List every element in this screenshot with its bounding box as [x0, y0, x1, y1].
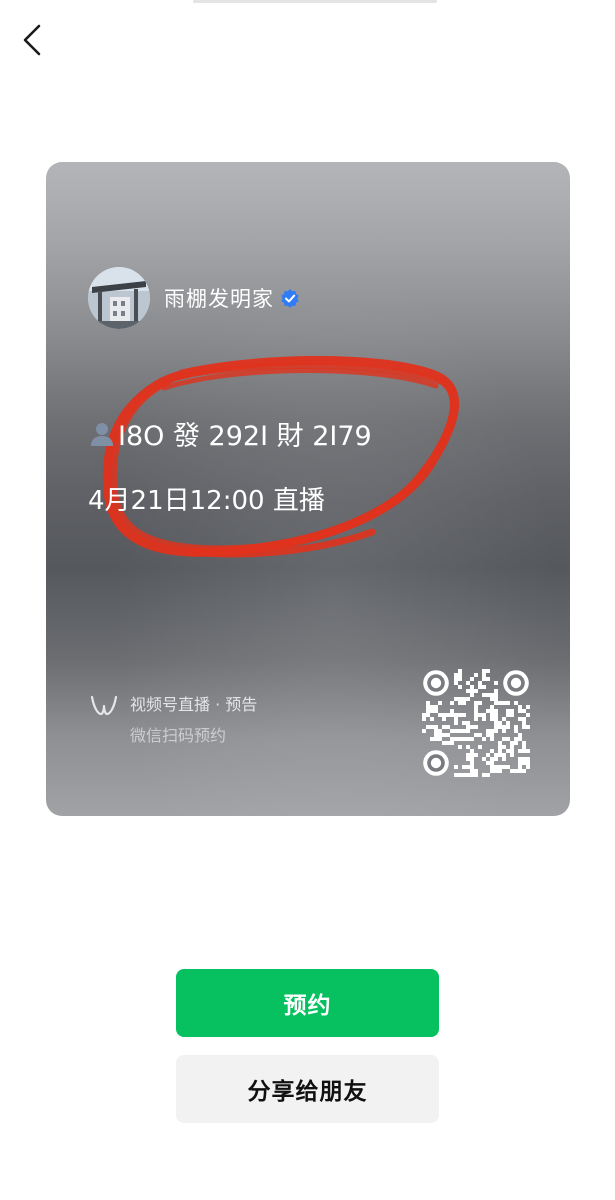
live-preview-poster: 雨棚发明家 I8O 發 292I 財 2I79 4月21日12:00 直播 视频…: [46, 162, 570, 816]
sheet-handle: [193, 0, 437, 3]
scan-hint: 微信扫码预约: [130, 726, 227, 745]
share-to-friends-button[interactable]: 分享给朋友: [176, 1055, 439, 1123]
live-preview-page: 雨棚发明家 I8O 發 292I 財 2I79 4月21日12:00 直播 视频…: [0, 0, 615, 1200]
live-title-text: I8O 發 292I 財 2I79: [118, 421, 372, 452]
qr-code-icon: [422, 669, 530, 777]
building-photo-avatar: [88, 267, 150, 329]
channels-logo-icon: [90, 695, 118, 716]
live-time: 4月21日12:00 直播: [88, 486, 325, 516]
live-title: I8O 發 292I 財 2I79: [88, 414, 372, 453]
back-button[interactable]: [14, 18, 54, 62]
verified-badge-icon: [281, 289, 299, 308]
chevron-left-icon: [23, 24, 41, 56]
reserve-button[interactable]: 预约: [176, 969, 439, 1037]
author-row: 雨棚发明家: [88, 266, 300, 330]
channel-label: 视频号直播 · 预告: [130, 695, 258, 714]
person-silhouette-icon: [91, 422, 113, 446]
author-name: 雨棚发明家: [164, 287, 274, 311]
author-avatar: [88, 267, 150, 329]
channel-info: 视频号直播 · 预告 微信扫码预约: [90, 692, 257, 749]
